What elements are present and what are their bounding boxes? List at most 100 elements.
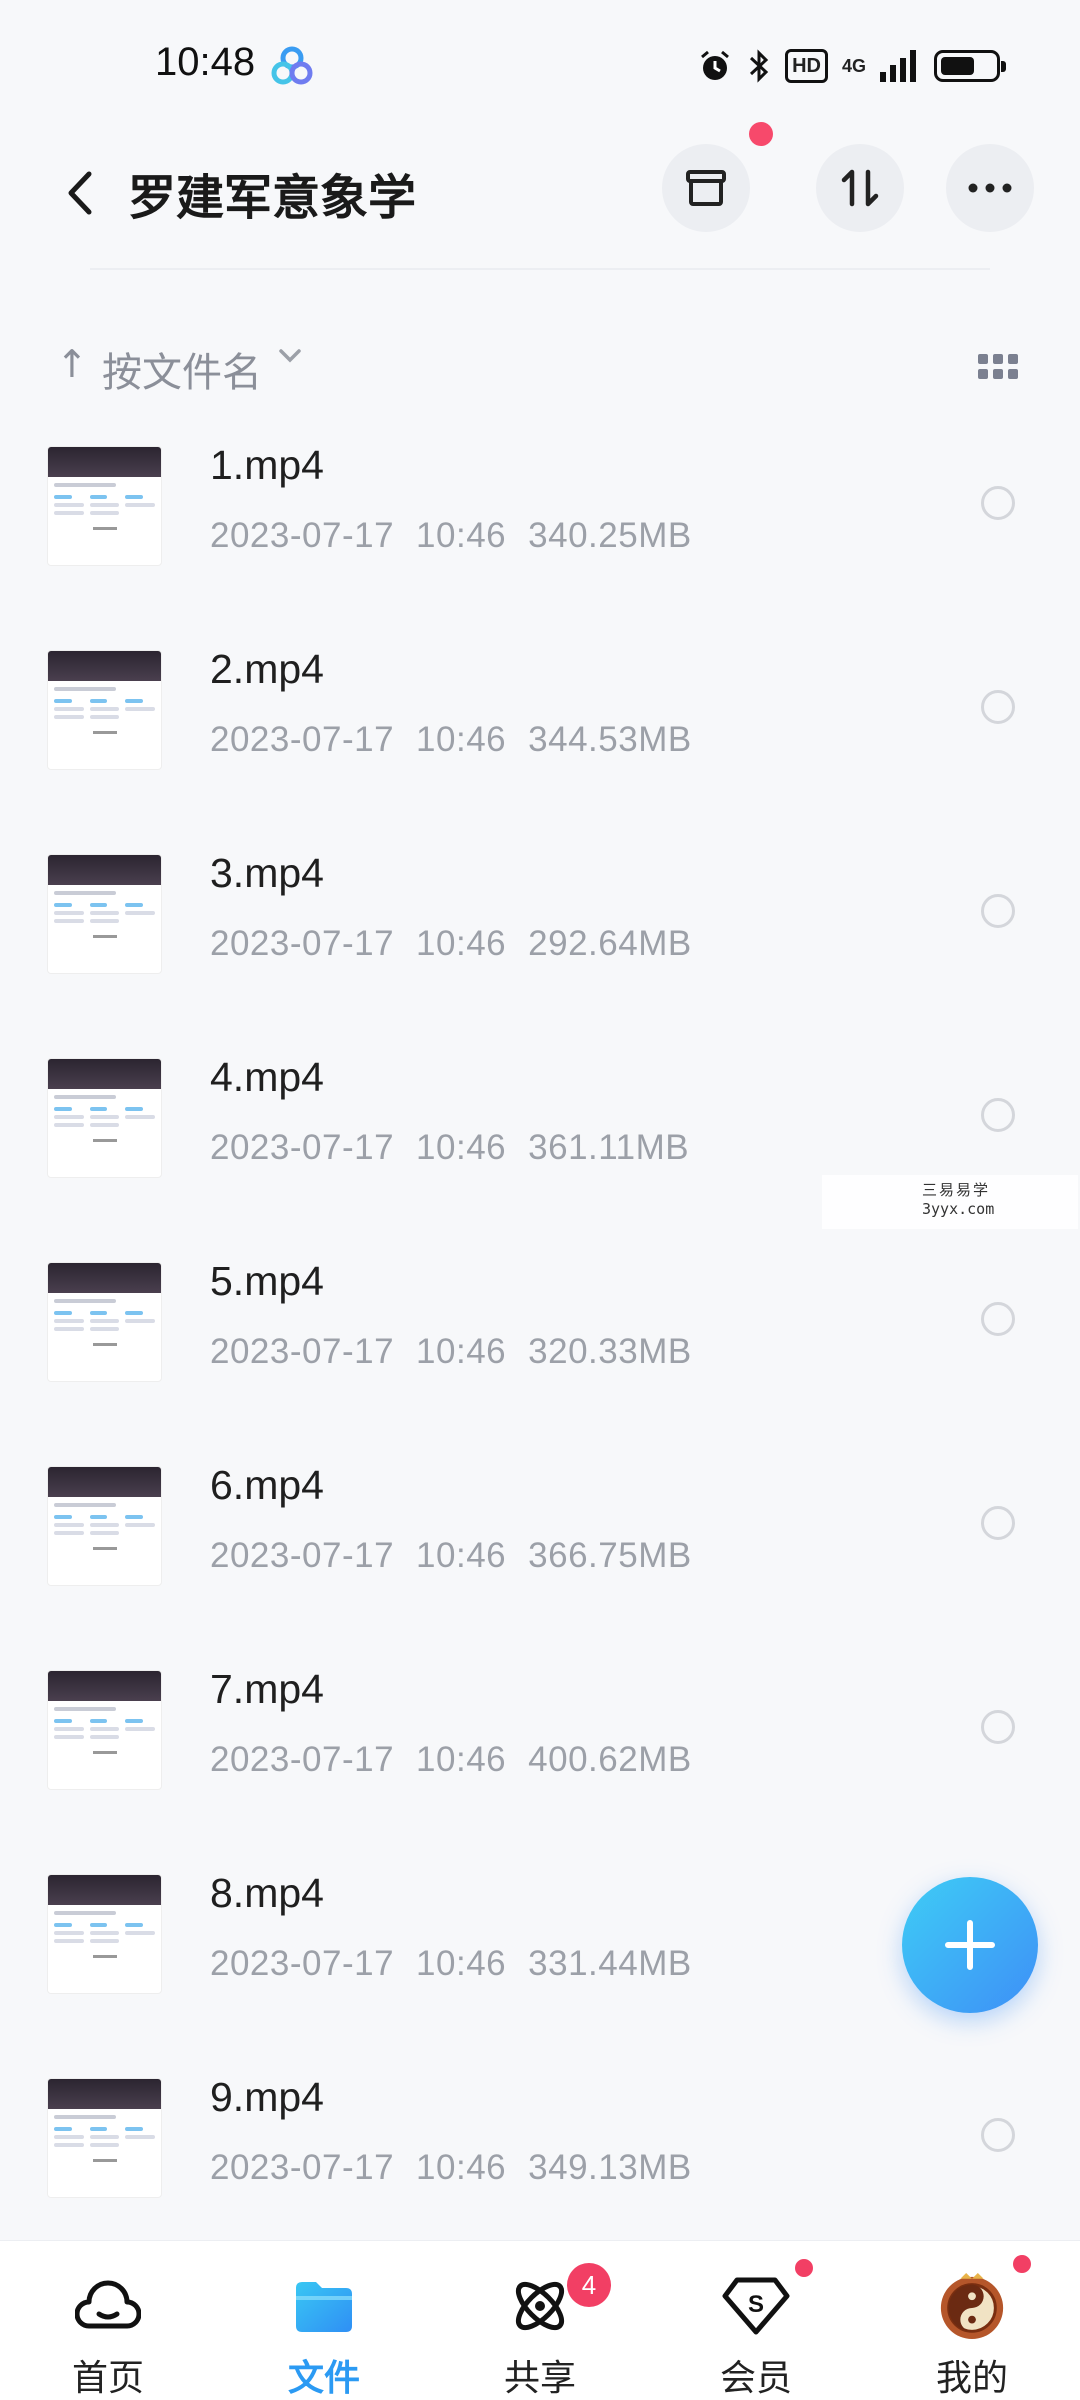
file-row[interactable]: 9.mp4 2023-07-17 10:46 349.13MB [0,2062,1080,2266]
file-time: 10:46 [416,924,507,963]
sort-bar: ↑ 按文件名 [0,330,1080,400]
status-icons: HD 4G [697,46,1006,86]
file-size: 344.53MB [528,720,692,759]
select-checkbox[interactable] [981,2118,1015,2152]
file-time: 10:46 [416,720,507,759]
file-size: 400.62MB [528,1740,692,1779]
nav-label: 我的 [935,2358,1008,2399]
video-thumbnail [47,2078,162,2198]
file-date: 2023-07-17 [210,1332,395,1371]
grid-view-icon[interactable] [978,354,1018,380]
select-checkbox[interactable] [981,1098,1015,1132]
signal-icon [880,50,916,82]
select-checkbox[interactable] [981,1302,1015,1336]
share-badge: 4 [567,2263,611,2307]
alarm-icon [701,50,730,80]
vip-notification-dot [793,2257,815,2279]
file-date: 2023-07-17 [210,1536,395,1575]
add-button[interactable] [902,1877,1038,2013]
nav-label: 会员 [719,2358,792,2399]
chevron-left-icon [68,171,92,215]
transfer-button[interactable] [816,144,904,232]
file-name: 7.mp4 [210,1666,324,1712]
file-meta: 2023-07-17 10:46 400.62MB [210,1740,692,1780]
select-checkbox[interactable] [981,1506,1015,1540]
sort-direction-icon[interactable]: ↑ [56,342,88,386]
nav-label: 共享 [503,2358,576,2399]
file-date: 2023-07-17 [210,2148,395,2187]
file-row[interactable]: 7.mp4 2023-07-17 10:46 400.62MB [0,1654,1080,1858]
hd-icon: HD [785,49,828,83]
select-checkbox[interactable] [981,1710,1015,1744]
more-button[interactable] [946,144,1034,232]
video-thumbnail [47,446,162,566]
file-row[interactable]: 1.mp4 2023-07-17 10:46 340.25MB [0,430,1080,634]
file-name: 1.mp4 [210,442,324,488]
home-cloud-icon [73,2271,143,2341]
network-type-label: 4G [841,55,866,76]
file-time: 10:46 [416,1128,507,1167]
file-meta: 2023-07-17 10:46 292.64MB [210,924,692,964]
bluetooth-icon [750,49,769,83]
archive-button[interactable] [662,144,750,232]
transfer-icon [841,169,879,207]
page-title: 罗建军意象学 [128,170,417,226]
file-name: 9.mp4 [210,2074,324,2120]
file-date: 2023-07-17 [210,1128,395,1167]
folder-icon [289,2271,359,2341]
nav-label: 首页 [71,2358,144,2399]
file-size: 349.13MB [528,2148,692,2187]
file-time: 10:46 [416,2148,507,2187]
file-time: 10:46 [416,1740,507,1779]
select-checkbox[interactable] [981,690,1015,724]
status-time: 10:48 [155,40,256,84]
watermark-line2: 3yyx.com [922,1200,995,1218]
more-icon [968,183,1012,193]
nav-vip[interactable]: S 会员 [681,2241,831,2400]
select-checkbox[interactable] [981,486,1015,520]
watermark: 三易易学 3yyx.com [822,1175,1078,1229]
nav-share[interactable]: 4 共享 [465,2241,615,2400]
video-thumbnail [47,1466,162,1586]
file-size: 366.75MB [528,1536,692,1575]
file-date: 2023-07-17 [210,1944,395,1983]
file-time: 10:46 [416,516,507,555]
video-thumbnail [47,650,162,770]
bottom-navigation: 首页 文件 4 共享 S 会员 我的 [0,2240,1080,2400]
file-time: 10:46 [416,1536,507,1575]
sort-by-filename-button[interactable]: 按文件名 [102,340,262,398]
chevron-down-icon[interactable] [278,348,302,364]
archive-icon [686,170,726,206]
battery-icon [934,50,1006,82]
plus-icon [945,1920,995,1970]
file-row[interactable]: 2.mp4 2023-07-17 10:46 344.53MB [0,634,1080,838]
file-date: 2023-07-17 [210,924,395,963]
watermark-line1: 三易易学 [922,1181,991,1199]
file-row[interactable]: 3.mp4 2023-07-17 10:46 292.64MB [0,838,1080,1042]
file-row[interactable]: 5.mp4 2023-07-17 10:46 320.33MB [0,1246,1080,1450]
avatar-icon [937,2271,1007,2341]
file-list: 1.mp4 2023-07-17 10:46 340.25MB 2.mp4 2023… [0,430,1080,2266]
file-size: 292.64MB [528,924,692,963]
file-row[interactable]: 6.mp4 2023-07-17 10:46 366.75MB [0,1450,1080,1654]
file-meta: 2023-07-17 10:46 331.44MB [210,1944,692,1984]
file-size: 331.44MB [528,1944,692,1983]
back-button[interactable] [50,160,110,226]
file-name: 3.mp4 [210,850,324,896]
battery-level [941,57,974,75]
file-name: 4.mp4 [210,1054,324,1100]
status-bar: 10:48 HD 4G [0,0,1080,120]
archive-notification-dot [749,122,773,146]
file-name: 8.mp4 [210,1870,324,1916]
select-checkbox[interactable] [981,894,1015,928]
vip-diamond-icon: S [721,2271,791,2341]
nav-files[interactable]: 文件 [249,2241,399,2400]
file-name: 2.mp4 [210,646,324,692]
file-meta: 2023-07-17 10:46 366.75MB [210,1536,692,1576]
file-date: 2023-07-17 [210,1740,395,1779]
video-thumbnail [47,1058,162,1178]
nav-me[interactable]: 我的 [897,2241,1047,2400]
video-thumbnail [47,1262,162,1382]
file-date: 2023-07-17 [210,516,395,555]
nav-home[interactable]: 首页 [33,2241,183,2400]
